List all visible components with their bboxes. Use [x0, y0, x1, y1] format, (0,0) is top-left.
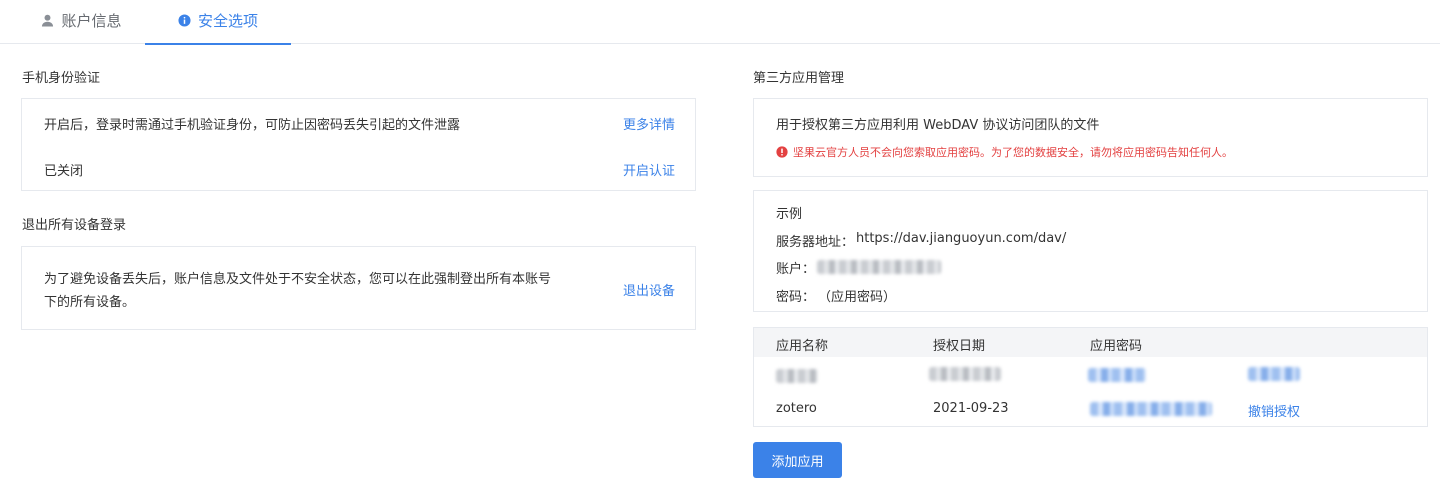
enable-verify-link[interactable]: 开启认证 — [623, 160, 675, 179]
revoke-auth-link[interactable]: 撤销授权 — [1248, 401, 1300, 420]
example-title: 示例 — [776, 207, 803, 222]
security-warning-text: 坚果云官方人员不会向您索取应用密码。为了您的数据安全，请勿将应用密码告知任何人。 — [793, 146, 1233, 159]
phone-verify-title: 手机身份验证 — [22, 71, 101, 86]
tab-security-options[interactable]: 安全选项 — [145, 0, 291, 45]
logout-description-line1: 为了避免设备丢失后，账户信息及文件处于不安全状态，您可以在此强制登出所有本账号 — [44, 272, 552, 287]
tab-bar: 账户信息 安全选项 — [0, 0, 1440, 45]
logout-all-card: 为了避免设备丢失后，账户信息及文件处于不安全状态，您可以在此强制登出所有本账号 … — [21, 246, 696, 330]
more-details-link[interactable]: 更多详情 — [623, 114, 675, 133]
info-icon — [178, 13, 191, 27]
phone-verify-status: 已关闭 — [44, 164, 84, 179]
header-app-name: 应用名称 — [776, 339, 829, 354]
server-address-label: 服务器地址： — [776, 235, 855, 250]
password-label: 密码： — [776, 290, 816, 305]
server-address-value: https://dav.jianguoyun.com/dav/ — [856, 231, 1067, 246]
third-party-title: 第三方应用管理 — [753, 71, 845, 86]
account-value-redacted — [817, 260, 941, 274]
app-name: zotero — [776, 401, 817, 416]
security-warning: 坚果云官方人员不会向您索取应用密码。为了您的数据安全，请勿将应用密码告知任何人。 — [776, 144, 1233, 160]
header-auth-date: 授权日期 — [933, 339, 986, 354]
tab-security-label: 安全选项 — [197, 11, 258, 30]
app-password-redacted — [1088, 368, 1146, 382]
alert-icon — [776, 146, 788, 158]
revoke-link-redacted[interactable] — [1248, 367, 1300, 381]
phone-verify-card: 开启后，登录时需通过手机验证身份，可防止因密码丢失引起的文件泄露 更多详情 已关… — [21, 98, 696, 191]
add-app-button[interactable]: 添加应用 — [753, 442, 842, 478]
apps-table-header: 应用名称 授权日期 应用密码 — [753, 327, 1428, 357]
third-party-info-card: 用于授权第三方应用利用 WebDAV 协议访问团队的文件 坚果云官方人员不会向您… — [753, 98, 1428, 177]
user-icon — [41, 14, 54, 27]
password-value: （应用密码） — [818, 290, 897, 305]
account-label: 账户： — [776, 262, 816, 277]
app-name-redacted — [776, 369, 818, 383]
example-card: 示例 服务器地址： https://dav.jianguoyun.com/dav… — [753, 190, 1428, 312]
logout-all-title: 退出所有设备登录 — [22, 218, 127, 233]
apps-table-body: zotero 2021-09-23 撤销授权 — [753, 357, 1428, 427]
auth-date: 2021-09-23 — [933, 401, 1009, 416]
auth-date-redacted — [929, 367, 1001, 381]
phone-verify-description: 开启后，登录时需通过手机验证身份，可防止因密码丢失引起的文件泄露 — [44, 118, 461, 133]
third-party-description: 用于授权第三方应用利用 WebDAV 协议访问团队的文件 — [776, 118, 1100, 133]
tab-account-info[interactable]: 账户信息 — [0, 0, 145, 44]
tab-account-label: 账户信息 — [61, 11, 122, 30]
logout-description-line2: 下的所有设备。 — [44, 295, 136, 310]
header-app-password: 应用密码 — [1090, 339, 1143, 354]
app-password-redacted — [1090, 402, 1212, 416]
logout-devices-link[interactable]: 退出设备 — [623, 280, 675, 299]
